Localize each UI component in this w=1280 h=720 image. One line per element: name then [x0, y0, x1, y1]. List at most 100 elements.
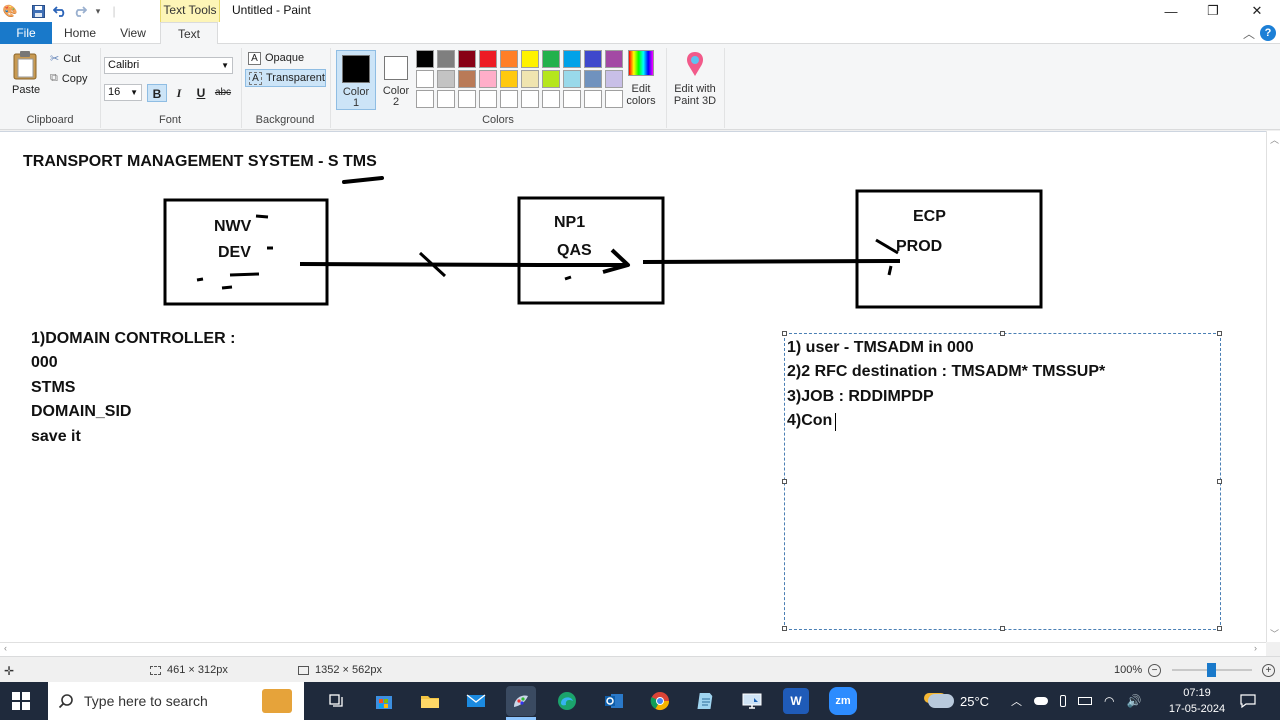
restore-button[interactable]: ❐ — [1192, 0, 1234, 22]
notepad-icon[interactable] — [691, 686, 721, 716]
customize-toolbar-icon[interactable]: ▾ — [90, 3, 106, 19]
redo-icon[interactable] — [72, 3, 88, 19]
edit-with-paint3d-button[interactable]: Edit with Paint 3D — [670, 50, 720, 107]
palette-swatch[interactable] — [605, 50, 623, 68]
weather-widget[interactable]: 25°C — [928, 682, 989, 720]
palette-swatch[interactable] — [563, 70, 581, 88]
help-icon[interactable]: ? — [1260, 25, 1276, 41]
save-icon[interactable] — [30, 3, 46, 19]
remote-desktop-icon[interactable] — [737, 686, 767, 716]
windows-start-icon[interactable] — [12, 692, 30, 710]
zoom-in-button[interactable]: + — [1262, 664, 1275, 677]
strikethrough-button[interactable]: abc — [213, 84, 233, 102]
palette-swatch[interactable] — [584, 70, 602, 88]
collapse-ribbon-icon[interactable]: ︿ — [1243, 25, 1255, 42]
palette-swatch[interactable] — [416, 50, 434, 68]
resize-handle[interactable] — [782, 331, 787, 336]
underline-button[interactable]: U — [191, 84, 211, 102]
word-icon[interactable]: W — [783, 688, 809, 714]
edit-colors-button[interactable]: Edit colors — [622, 50, 660, 107]
battery-icon[interactable] — [1078, 697, 1092, 705]
color1-button[interactable]: Color 1 — [336, 50, 376, 110]
paint-taskbar-icon[interactable] — [506, 686, 536, 716]
canvas[interactable]: TRANSPORT MANAGEMENT SYSTEM - S TMS NWV … — [0, 131, 1266, 642]
resize-handle[interactable] — [1217, 479, 1222, 484]
scroll-up-icon[interactable]: ︿ — [1270, 133, 1279, 146]
volume-icon[interactable]: 🔊 — [1126, 694, 1141, 708]
palette-swatch[interactable] — [458, 50, 476, 68]
palette-swatch[interactable] — [521, 70, 539, 88]
palette-swatch[interactable] — [605, 90, 623, 108]
resize-handle[interactable] — [1000, 331, 1005, 336]
copy-button[interactable]: ⧉ Copy — [50, 72, 88, 85]
tab-text[interactable]: Text — [160, 22, 218, 45]
resize-handle[interactable] — [782, 626, 787, 631]
palette-swatch[interactable] — [437, 90, 455, 108]
zoom-meetings-icon[interactable]: zm — [829, 687, 857, 715]
palette-swatch[interactable] — [542, 50, 560, 68]
opaque-button[interactable]: A Opaque — [245, 49, 326, 67]
tab-file[interactable]: File — [0, 22, 52, 44]
wifi-icon[interactable]: ◠ — [1104, 694, 1114, 708]
palette-swatch[interactable] — [542, 70, 560, 88]
palette-swatch[interactable] — [479, 50, 497, 68]
resize-handle[interactable] — [1217, 626, 1222, 631]
palette-swatch[interactable] — [521, 50, 539, 68]
palette-swatch[interactable] — [437, 50, 455, 68]
horizontal-scrollbar[interactable]: ‹ › — [0, 642, 1266, 656]
onedrive-icon[interactable] — [1034, 697, 1048, 705]
scroll-left-icon[interactable]: ‹ — [4, 643, 7, 653]
clock[interactable]: 07:19 17-05-2024 — [1168, 685, 1226, 717]
resize-handle[interactable] — [782, 479, 787, 484]
palette-swatch[interactable] — [563, 50, 581, 68]
palette-swatch[interactable] — [479, 90, 497, 108]
palette-swatch[interactable] — [500, 50, 518, 68]
scroll-right-icon[interactable]: › — [1254, 643, 1257, 653]
palette-swatch[interactable] — [584, 50, 602, 68]
tab-view[interactable]: View — [108, 22, 158, 44]
italic-button[interactable]: I — [169, 84, 189, 102]
notifications-icon[interactable] — [1240, 682, 1256, 720]
paste-icon[interactable] — [12, 50, 38, 80]
palette-swatch[interactable] — [500, 70, 518, 88]
transparent-button[interactable]: A Transparent — [245, 69, 326, 87]
palette-swatch[interactable] — [605, 70, 623, 88]
palette-swatch[interactable] — [584, 90, 602, 108]
text-box[interactable]: 1) user - TMSADM in 000 2)2 RFC destinat… — [782, 331, 1222, 631]
store-icon[interactable] — [369, 686, 399, 716]
palette-swatch[interactable] — [437, 70, 455, 88]
undo-icon[interactable] — [52, 3, 68, 19]
palette-swatch[interactable] — [458, 90, 476, 108]
palette-swatch[interactable] — [542, 90, 560, 108]
file-explorer-icon[interactable] — [415, 686, 445, 716]
font-size-select[interactable]: 16 ▼ — [104, 84, 142, 101]
paint-app-icon[interactable]: 🎨 — [2, 3, 18, 19]
outlook-icon[interactable] — [599, 686, 629, 716]
cut-button[interactable]: ✂ Cut — [50, 52, 80, 66]
palette-swatch[interactable] — [500, 90, 518, 108]
zoom-slider-thumb[interactable] — [1207, 663, 1216, 677]
usb-icon[interactable] — [1060, 695, 1066, 707]
palette-swatch[interactable] — [416, 70, 434, 88]
scroll-down-icon[interactable]: ﹀ — [1270, 627, 1279, 640]
color2-button[interactable]: Color 2 — [376, 50, 416, 110]
resize-handle[interactable] — [1000, 626, 1005, 631]
palette-swatch[interactable] — [458, 70, 476, 88]
resize-handle[interactable] — [1217, 331, 1222, 336]
zoom-out-button[interactable]: − — [1148, 664, 1161, 677]
chrome-icon[interactable] — [645, 686, 675, 716]
task-view-icon[interactable] — [322, 686, 352, 716]
font-family-select[interactable]: Calibri ▼ — [104, 57, 233, 74]
palette-swatch[interactable] — [416, 90, 434, 108]
bold-button[interactable]: B — [147, 84, 167, 102]
mail-icon[interactable] — [461, 686, 491, 716]
minimize-button[interactable]: — — [1150, 0, 1192, 22]
taskbar-search[interactable]: Type here to search — [48, 682, 304, 720]
edge-icon[interactable] — [552, 686, 582, 716]
close-button[interactable]: ✕ — [1236, 0, 1278, 22]
palette-swatch[interactable] — [563, 90, 581, 108]
palette-swatch[interactable] — [479, 70, 497, 88]
tab-home[interactable]: Home — [56, 22, 104, 44]
palette-swatch[interactable] — [521, 90, 539, 108]
paste-button[interactable]: Paste — [12, 84, 40, 96]
